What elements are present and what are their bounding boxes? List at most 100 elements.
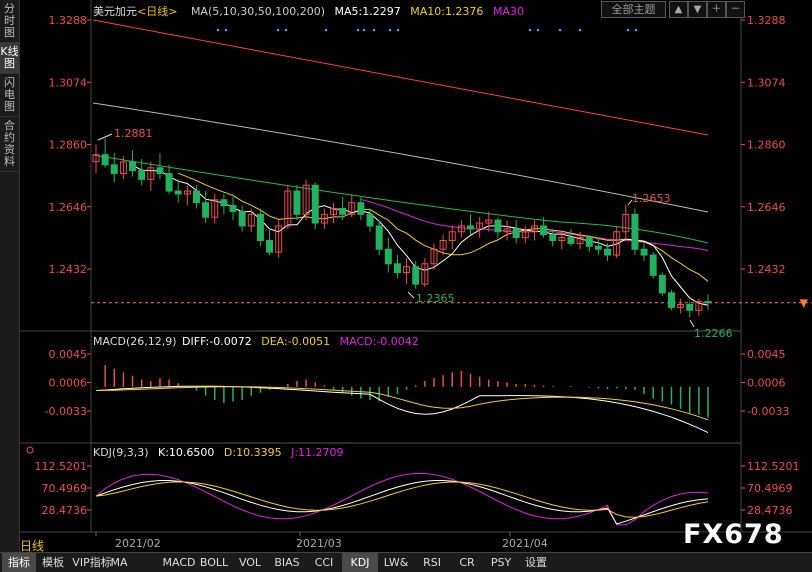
signal-dot [362, 28, 366, 32]
kdj-tick-label: 28.4736 [747, 504, 793, 517]
settings-icon [26, 446, 34, 454]
ma100-line [92, 102, 709, 213]
candle-body [192, 190, 200, 204]
indicator-tab[interactable]: 模板 [36, 553, 70, 572]
indicator-tab[interactable]: MACD [162, 553, 196, 572]
price-tick-label: 1.2860 [49, 139, 88, 152]
macd-params: MACD(26,12,9) [93, 335, 177, 348]
signal-dot [284, 28, 288, 32]
indicator-tab[interactable]: RSI [414, 553, 450, 572]
price-tick-label: 1.2646 [747, 201, 786, 214]
zoom-out-icon[interactable]: － [726, 1, 745, 18]
macd-diff-line [95, 385, 709, 434]
low-annotation: 1.2365 [416, 292, 455, 305]
ma10-value: MA10:1.2376 [410, 5, 484, 18]
candle-body [165, 173, 173, 192]
candle-body [293, 190, 301, 215]
signal-dot [356, 28, 360, 32]
candle-body [467, 225, 475, 230]
kdj-tick-label: 112.5201 [747, 460, 800, 473]
ma5-value: MA5:1.2297 [334, 5, 401, 18]
candle-body [494, 219, 502, 233]
arrow-down-icon[interactable]: ▼ [688, 1, 707, 18]
candle-body [640, 248, 648, 256]
signal-dot [578, 28, 582, 32]
annotation-pointer [407, 291, 415, 299]
candle-body [174, 190, 182, 195]
tab-kline[interactable]: K线图 [0, 43, 19, 74]
kdj-tick-label: 28.4736 [42, 504, 88, 517]
kdj-d-line [95, 481, 709, 518]
theme-select-button[interactable]: 全部主题 [601, 1, 666, 18]
kdj-j-line [95, 472, 709, 526]
date-label: 2021/03 [296, 537, 342, 550]
indicator-tab[interactable]: MA [106, 553, 132, 572]
signal-dot [372, 28, 376, 32]
signal-dot [626, 28, 630, 32]
candle-body [540, 225, 548, 236]
signal-dot [224, 28, 228, 32]
candle-body [658, 274, 666, 294]
price-tick-label: 1.3074 [49, 76, 88, 89]
signal-dot [276, 28, 280, 32]
candle-body [110, 164, 118, 175]
candle-body [393, 263, 401, 273]
indicator-tab[interactable]: LW& [378, 553, 414, 572]
indicator-tab[interactable]: BOLL [196, 553, 232, 572]
signal-dot [216, 28, 220, 32]
arrow-up-icon[interactable]: ▲ [669, 1, 688, 18]
kdj-params: KDJ(9,3,3) [93, 446, 149, 459]
candle-body [512, 228, 520, 239]
indicator-tab[interactable]: CR [450, 553, 484, 572]
candle-body [256, 213, 264, 241]
signal-dot [396, 28, 400, 32]
signal-dot [536, 28, 540, 32]
period-tag: <日线> [137, 5, 178, 18]
tab-timeshare[interactable]: 分时图 [0, 0, 19, 43]
macd-tick-label: -0.0033 [45, 405, 87, 418]
signal-dot [324, 28, 328, 32]
indicator-tab[interactable]: KDJ [342, 553, 378, 572]
high-annotation: 1.2881 [114, 127, 153, 140]
indicator-tab[interactable]: 指标 [2, 553, 36, 572]
candle-body [704, 301, 712, 304]
candle-body [357, 202, 365, 215]
indicator-tab[interactable]: VOL [232, 553, 268, 572]
candle-body [412, 266, 420, 285]
candle-body [202, 202, 210, 218]
kline-chart[interactable]: 1.3288 1.3288 1.3074 1.3074 1.2860 1.2860 1.26… [0, 0, 812, 552]
indicator-tab[interactable]: 设置 [518, 553, 554, 572]
tab-flash[interactable]: 闪电图 [0, 74, 19, 117]
indicator-tab[interactable]: BIAS [268, 553, 306, 572]
tab-contract-info[interactable]: 合约资料 [0, 117, 19, 172]
candle-body [238, 210, 246, 227]
low-annotation: 1.2266 [694, 327, 733, 340]
date-label: 2021/02 [115, 537, 161, 550]
annotation-pointer [689, 319, 695, 328]
kdj-tick-label: 112.5201 [35, 460, 88, 473]
watermark-logo: FX678 [683, 519, 784, 550]
high-annotation: 1.2653 [632, 192, 671, 205]
candle-body [384, 248, 392, 265]
signal-dot [528, 28, 532, 32]
kdj-k: K:10.6500 [158, 446, 215, 459]
candle-body [375, 225, 383, 250]
signal-dot [388, 28, 392, 32]
ma30-value: MA30 [492, 5, 524, 18]
date-label: 2021/04 [502, 537, 548, 550]
candle-body [604, 248, 612, 256]
price-tick-label: 1.2432 [747, 263, 786, 276]
signal-dot [634, 28, 638, 32]
candle-body [101, 154, 109, 166]
candle-body [366, 213, 374, 227]
zoom-in-icon[interactable]: ＋ [707, 1, 726, 18]
macd-tick-label: 0.0006 [49, 377, 88, 390]
indicator-tab[interactable]: PSY [484, 553, 518, 572]
candle-body [138, 170, 146, 180]
price-tick-label: 1.3288 [747, 14, 786, 27]
candle-body [585, 237, 593, 247]
indicator-tab[interactable]: CCI [306, 553, 342, 572]
price-tick-label: 1.2646 [49, 201, 88, 214]
candle-body [631, 213, 639, 250]
kdj-d: D:10.3395 [223, 446, 282, 459]
